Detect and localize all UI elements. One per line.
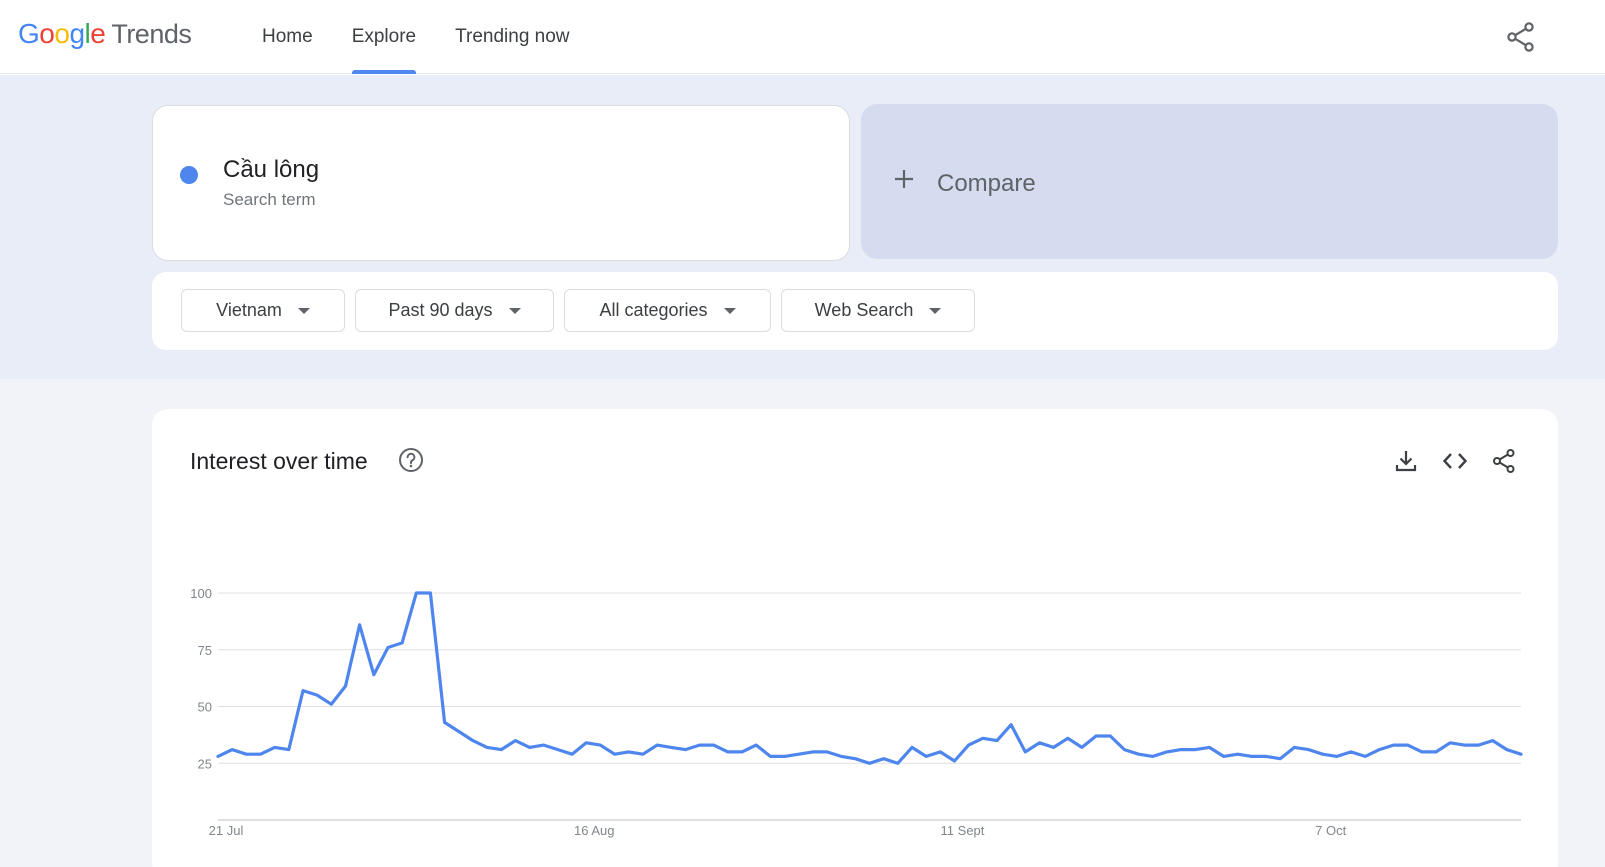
nav-trending-now[interactable]: Trending now [455,0,569,74]
caret-down-icon [508,307,521,314]
interest-over-time-card: Interest over time 21 Jul 16 Aug 11 Sept 7 … [152,409,1558,867]
share-icon[interactable] [1504,20,1538,54]
series-line[interactable] [216,591,1523,765]
location-dropdown-label: Vietnam [216,300,282,320]
category-dropdown-label: All categories [599,300,708,320]
compare-button[interactable]: Compare [861,104,1558,259]
chart-grid [218,592,1521,821]
y-tick-label: 75 [198,643,212,658]
search-type-dropdown[interactable]: Web Search [781,289,975,332]
x-tick-label: 16 Aug [574,823,615,838]
x-tick-label: 21 Jul [209,823,244,838]
search-type-dropdown-label: Web Search [814,300,914,320]
logo-letter: g [69,18,85,49]
google-trends-logo[interactable]: G o o g l e Trends [18,18,192,56]
search-term-name[interactable]: Cầu lông [223,156,319,184]
nav-home[interactable]: Home [262,0,313,74]
logo-product-name: Trends [111,19,192,49]
top-bar: G o o g l e Trends Home Explore Trending… [0,0,1605,74]
term-color-dot [180,166,198,184]
logo-letter: o [39,18,55,49]
caret-down-icon [297,307,310,314]
x-axis-labels: 21 Jul 16 Aug 11 Sept 7 Oct [209,823,1347,838]
y-tick-label: 25 [198,756,212,771]
main-nav: Home Explore Trending now [262,0,609,74]
search-term-card[interactable]: Cầu lông Search term [152,105,850,261]
y-tick-label: 50 [198,700,212,715]
category-dropdown[interactable]: All categories [564,289,771,332]
time-range-dropdown-label: Past 90 days [388,300,493,320]
y-tick-label: 100 [190,586,212,601]
y-axis-labels: 25 50 75 100 [190,586,212,771]
caret-down-icon [723,307,736,314]
location-dropdown[interactable]: Vietnam [181,289,345,332]
logo-letter: e [90,18,106,49]
x-tick-label: 7 Oct [1315,823,1346,838]
interest-line-chart[interactable]: 21 Jul 16 Aug 11 Sept 7 Oct 25 50 75 100 [152,409,1558,867]
x-tick-label: 11 Sept [941,823,985,838]
compare-label: Compare [937,170,1036,197]
filters-bar: Vietnam Past 90 days All categories Web … [152,272,1558,350]
logo-letter: G [18,18,40,49]
caret-down-icon [929,307,942,314]
nav-explore[interactable]: Explore [351,0,417,74]
plus-icon [895,170,913,188]
search-term-type: Search term [223,190,316,209]
logo-letter: o [54,18,70,49]
time-range-dropdown[interactable]: Past 90 days [355,289,554,332]
